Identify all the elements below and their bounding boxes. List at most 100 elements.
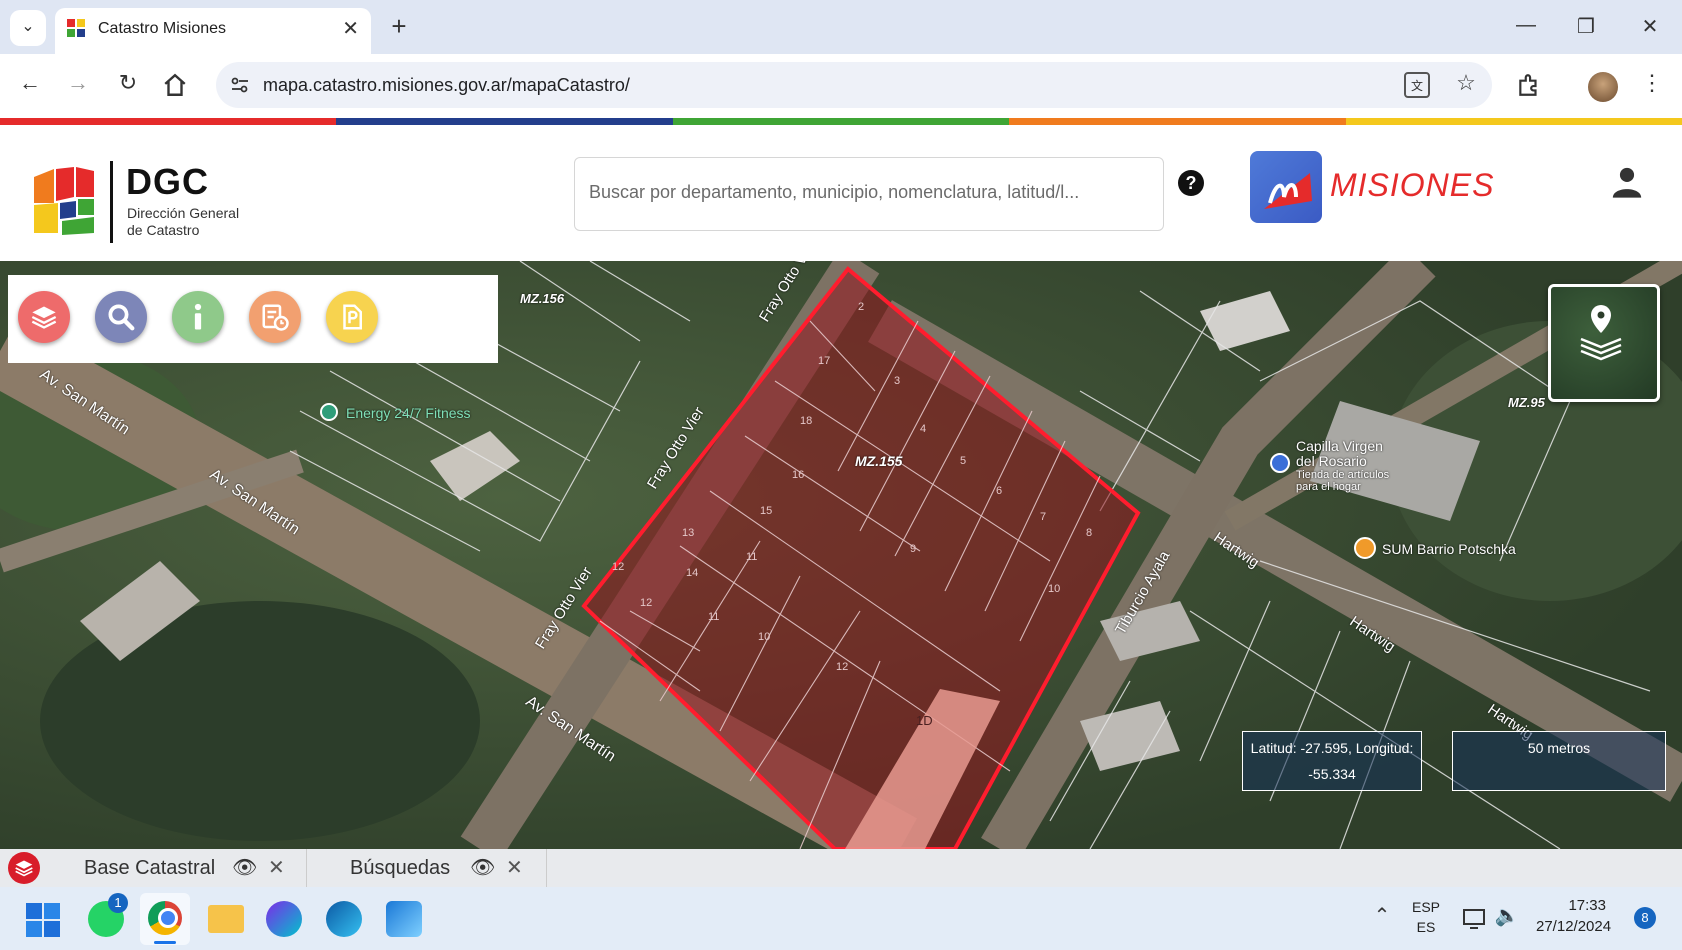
browser-tab-bar: ⌄ Catastro Misiones ✕ + — ❐ ✕	[0, 0, 1682, 54]
edge-browser-icon[interactable]	[326, 901, 362, 937]
lot-number: 10	[1048, 583, 1061, 595]
scale-label: 50 metros	[1527, 740, 1591, 756]
logo-subtitle-1: Dirección General	[127, 205, 240, 221]
search-input[interactable]	[575, 158, 1163, 226]
stripe-yellow	[1345, 118, 1682, 125]
photos-app-icon[interactable]	[386, 901, 422, 937]
restore-button[interactable]: ❐	[1568, 14, 1604, 39]
visibility-eye-icon[interactable]: 👁	[232, 855, 257, 880]
tray-overflow-chevron-icon[interactable]: ⌃	[1370, 903, 1394, 928]
poi-label[interactable]: SUM Barrio Potschka	[1382, 541, 1516, 557]
map-tools-panel	[8, 275, 498, 363]
input-language[interactable]: ESP ES	[1410, 899, 1442, 935]
translate-icon[interactable]: 文	[1404, 72, 1430, 98]
lot-number: 4	[920, 423, 927, 435]
lot-number: 5	[960, 455, 967, 467]
minimize-button[interactable]: —	[1508, 14, 1544, 37]
keyboard-layout: ES	[1416, 919, 1436, 935]
block-label-mz156: MZ.156	[520, 291, 565, 306]
dgc-logo-icon	[34, 167, 94, 235]
notifications-badge[interactable]: 8	[1634, 907, 1656, 929]
lot-number: 7	[1040, 511, 1047, 523]
visibility-eye-icon[interactable]: 👁	[470, 855, 495, 880]
info-button[interactable]	[172, 291, 224, 343]
extensions-icon[interactable]	[1516, 72, 1546, 102]
lot-number: 9	[910, 543, 917, 555]
tab-close-icon[interactable]: ✕	[342, 16, 359, 41]
layer-tab-base-catastral[interactable]: Base Catastral 👁 ✕	[50, 849, 307, 887]
close-window-button[interactable]: ✕	[1632, 14, 1668, 39]
reload-icon[interactable]: ↻	[112, 70, 144, 96]
catastro-favicon-icon	[67, 19, 85, 37]
brand-color-stripe	[0, 118, 1682, 125]
poi-fitness-marker-icon[interactable]	[320, 403, 338, 421]
search-button[interactable]	[95, 291, 147, 343]
stripe-orange	[1009, 118, 1346, 125]
block-label-mz155: MZ.155	[855, 453, 903, 469]
browser-tab[interactable]: Catastro Misiones ✕	[55, 8, 371, 54]
chrome-taskbar-item[interactable]	[140, 893, 190, 945]
stripe-red	[0, 118, 337, 125]
lot-number: 14	[686, 567, 699, 579]
network-icon[interactable]	[1462, 907, 1488, 931]
language-code: ESP	[1411, 899, 1440, 915]
poi-label-line: Capilla Virgen	[1296, 438, 1383, 454]
lot-number: 17	[818, 355, 831, 367]
layers-button[interactable]	[18, 291, 70, 343]
layers-panel-toggle[interactable]	[8, 852, 40, 884]
coordinates-label: Latitud: -27.595, Longitud:	[1250, 740, 1414, 756]
block-label-mz95: MZ.95	[1508, 395, 1545, 410]
stripe-blue	[336, 118, 673, 125]
lot-number: 12	[640, 597, 653, 609]
payment-button[interactable]	[326, 291, 378, 343]
new-tab-button[interactable]: +	[384, 12, 414, 42]
chrome-center-icon	[158, 908, 178, 928]
info-icon	[194, 303, 202, 330]
basemap-toggle-button[interactable]	[1548, 284, 1660, 402]
back-icon[interactable]: ←	[14, 70, 46, 96]
poi-label[interactable]: Capilla Virgen del Rosario Tienda de art…	[1296, 438, 1389, 494]
site-settings-icon[interactable]	[230, 75, 250, 95]
misiones-logo-icon	[1250, 151, 1322, 223]
bookmark-star-icon[interactable]: ☆	[1452, 70, 1480, 96]
home-icon[interactable]	[162, 72, 192, 100]
user-account-icon[interactable]	[1610, 165, 1644, 199]
logo-divider	[110, 161, 113, 243]
tab-search-chevron-icon[interactable]: ⌄	[10, 10, 46, 46]
close-layer-icon[interactable]: ✕	[268, 855, 285, 880]
url-text: mapa.catastro.misiones.gov.ar/mapaCatast…	[263, 75, 630, 95]
canva-app-icon[interactable]	[266, 901, 302, 937]
poi-label[interactable]: Energy 24/7 Fitness	[346, 405, 471, 421]
browser-menu-icon[interactable]: ⋮	[1640, 70, 1664, 96]
address-bar[interactable]: mapa.catastro.misiones.gov.ar/mapaCatast…	[216, 62, 1492, 108]
volume-icon[interactable]: 🔈	[1494, 903, 1520, 928]
layers-icon	[31, 306, 57, 329]
search-box[interactable]	[574, 157, 1164, 231]
poi-chapel-marker-icon[interactable]	[1270, 453, 1290, 473]
search-icon	[108, 304, 135, 331]
lot-number: 16	[792, 469, 805, 481]
lot-number: 11	[708, 611, 720, 623]
system-clock[interactable]: 17:33 27/12/2024	[1536, 897, 1611, 935]
poi-label-line: del Rosario	[1296, 453, 1367, 469]
layer-tab-busquedas[interactable]: Búsquedas 👁 ✕	[308, 849, 547, 887]
payment-tag-icon	[343, 304, 362, 330]
logo-title: DGC	[126, 161, 209, 202]
file-explorer-icon[interactable]	[208, 905, 244, 933]
lot-number: 15	[760, 505, 773, 517]
layers-icon	[15, 860, 33, 877]
close-layer-icon[interactable]: ✕	[506, 855, 523, 880]
profile-avatar[interactable]	[1588, 72, 1618, 102]
poi-sum-marker-icon[interactable]	[1354, 537, 1376, 559]
active-indicator	[154, 941, 176, 944]
stripe-green	[672, 118, 1010, 125]
logo-subtitle-2: de Catastro	[127, 222, 200, 238]
forward-icon[interactable]: →	[62, 70, 94, 96]
layer-tab-label: Base Catastral	[84, 857, 216, 879]
clock-time: 17:33	[1568, 897, 1606, 914]
help-icon[interactable]: ?	[1178, 170, 1204, 196]
lot-number: 12	[836, 661, 849, 673]
report-button[interactable]	[249, 291, 301, 343]
windows-start-icon[interactable]	[26, 903, 60, 937]
lot-number: 12	[612, 561, 625, 573]
